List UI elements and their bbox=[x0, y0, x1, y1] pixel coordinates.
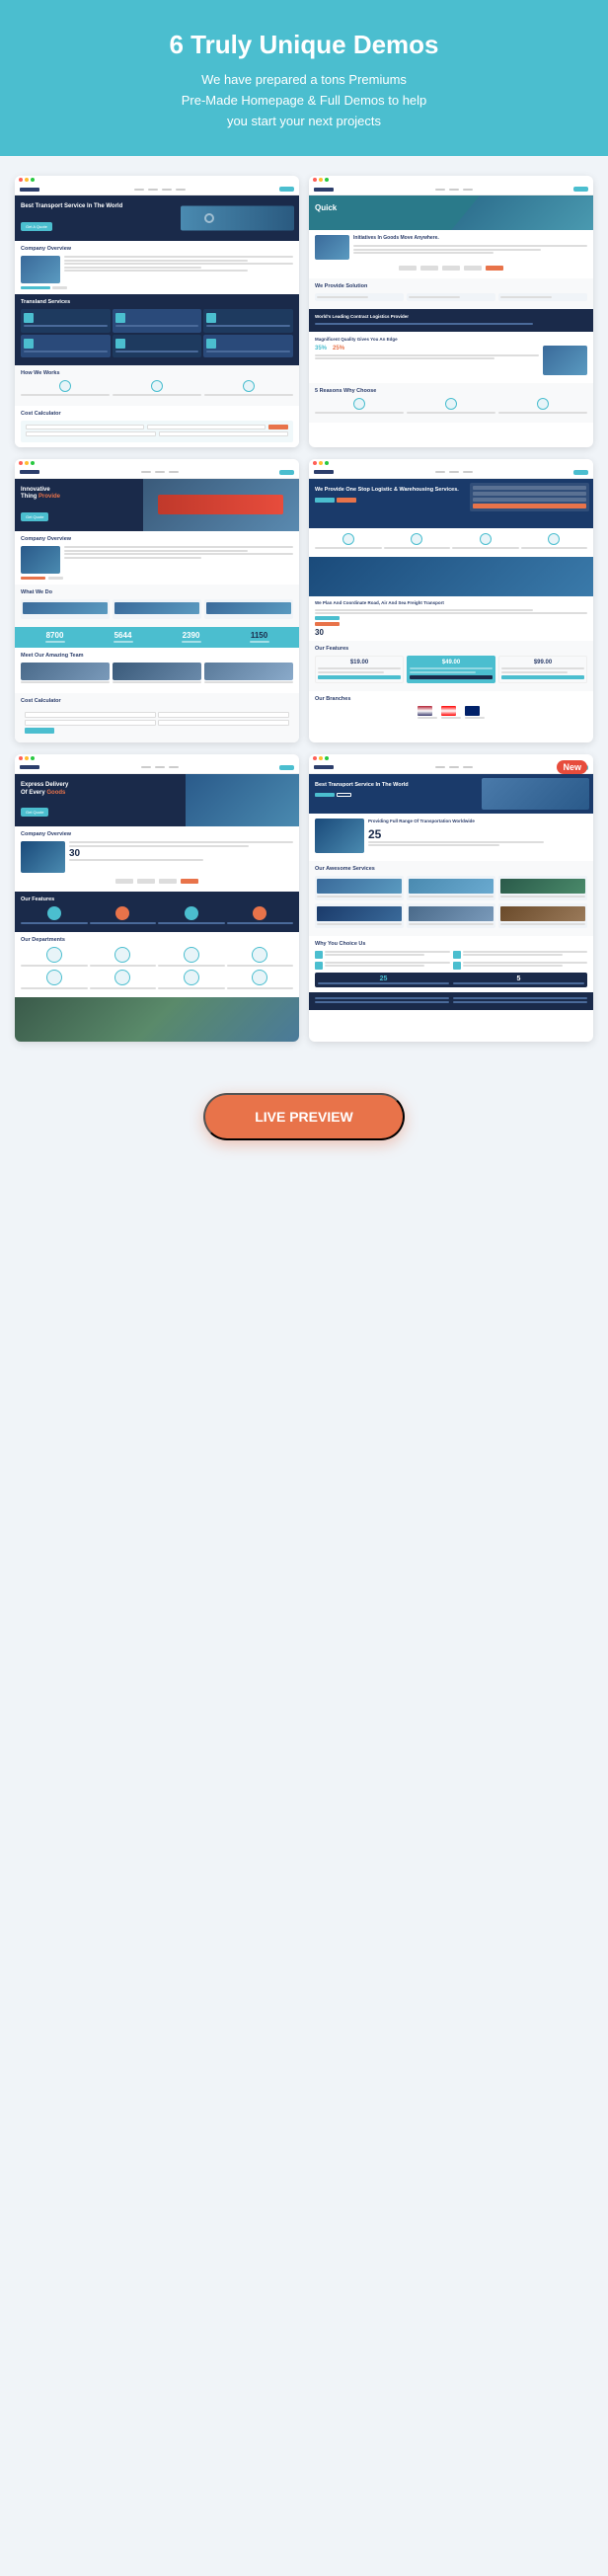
section-features-5: Our Features bbox=[15, 892, 299, 932]
section-title-sv-1: Transland Services bbox=[21, 299, 293, 305]
section-title-road-4: We Plan And Coordinate Road, Air And Sea… bbox=[315, 600, 587, 605]
section-icons-4 bbox=[309, 528, 593, 557]
section-services-1: Transland Services bbox=[15, 294, 299, 365]
live-preview-button[interactable]: LIVE PREVIEW bbox=[203, 1093, 405, 1140]
flag-gb bbox=[465, 706, 480, 716]
demo-card-1[interactable]: Best Transport Service In The World Get … bbox=[15, 176, 299, 446]
section-depts-5: Our Departments bbox=[15, 932, 299, 997]
section-why-6: Why You Choice Us bbox=[309, 936, 593, 992]
mockup-nav-bar bbox=[15, 176, 299, 184]
section-title-why-6: Why You Choice Us bbox=[315, 941, 587, 947]
hero-title-1: Best Transport Service In The World bbox=[21, 203, 185, 211]
hero-title-6: Best Transport Service In The World bbox=[315, 782, 479, 789]
dot-green bbox=[31, 178, 35, 182]
section-title-range-6: Providing Full Range Of Transportation W… bbox=[368, 819, 587, 823]
nav-links-1 bbox=[134, 189, 186, 191]
section-title-calc-1: Cost Calculator bbox=[21, 411, 293, 417]
dot-yellow bbox=[25, 178, 29, 182]
section-ship-4: We Plan And Coordinate Road, Air And Sea… bbox=[309, 557, 593, 642]
dot-red bbox=[19, 178, 23, 182]
mockup-nav-2 bbox=[309, 184, 593, 195]
section-title-reasons-2: 5 Reasons Why Choose bbox=[315, 388, 587, 394]
nav-5 bbox=[15, 762, 299, 774]
hero-5: Express DeliveryOf Every Goods Get Quote bbox=[15, 774, 299, 827]
logo-1 bbox=[20, 188, 39, 192]
hero-cta-1: Get A Quote bbox=[21, 222, 52, 231]
hero-1: Best Transport Service In The World Get … bbox=[15, 195, 299, 241]
section-calc-3: Cost Calculator bbox=[15, 693, 299, 742]
section-reasons-2: 5 Reasons Why Choose bbox=[309, 383, 593, 424]
live-preview-section: LIVE PREVIEW bbox=[0, 1073, 608, 1160]
hero-4: We Provide One Stop Logistic & Warehousi… bbox=[309, 479, 593, 528]
port-image-5 bbox=[15, 997, 299, 1042]
section-title-co-5: Company Overview bbox=[21, 831, 293, 837]
flag-us bbox=[418, 706, 432, 716]
demo-card-2[interactable]: Quick Initiatives In Goods Move Anywhere… bbox=[309, 176, 593, 446]
section-services-6: Our Awesome Services bbox=[309, 861, 593, 936]
demo-card-6[interactable]: Best Transport Service In The World Prov… bbox=[309, 754, 593, 1043]
section-howworks-1: How We Works bbox=[15, 365, 299, 406]
demos-grid: Best Transport Service In The World Get … bbox=[0, 156, 608, 1073]
hero-title-4: We Provide One Stop Logistic & Warehousi… bbox=[315, 487, 465, 494]
section-branches-4: Our Branches bbox=[309, 691, 593, 727]
section-calculator-1: Cost Calculator bbox=[15, 406, 299, 447]
hero-circle-1 bbox=[204, 213, 214, 223]
section-leading-2: World's Leading Contract Logistics Provi… bbox=[309, 309, 593, 332]
section-co-5: Company Overview 30 bbox=[15, 826, 299, 892]
section-title-feat-5: Our Features bbox=[21, 897, 293, 902]
hero-2: Quick bbox=[309, 195, 593, 230]
section-title-qual-2: Magnificent Quality Gives You An Edge bbox=[315, 337, 587, 342]
price-3: $99.00 bbox=[501, 660, 584, 665]
demo-row-2: InnovativeThing Provide Get Quote Compan… bbox=[15, 459, 593, 742]
section-title-co-3: Company Overview bbox=[21, 536, 293, 542]
section-range-6: Providing Full Range Of Transportation W… bbox=[309, 814, 593, 861]
section-title-branch-4: Our Branches bbox=[315, 696, 587, 702]
section-stats-3: 8700 5644 2390 1150 bbox=[15, 627, 299, 648]
flag-ca bbox=[441, 706, 456, 716]
section-quality-2: Magnificent Quality Gives You An Edge 35… bbox=[309, 332, 593, 383]
hero-3: InnovativeThing Provide Get Quote bbox=[15, 479, 299, 532]
section-title-co-1: Company Overview bbox=[21, 246, 293, 252]
section-port-5 bbox=[15, 997, 299, 1042]
section-title-init-2: Initiatives In Goods Move Anywhere. bbox=[353, 235, 587, 241]
footer-6 bbox=[309, 992, 593, 1010]
price-1: $19.00 bbox=[318, 660, 401, 665]
section-title-calc-3: Cost Calculator bbox=[21, 698, 293, 704]
section-company-overview-1: Company Overview bbox=[15, 241, 299, 294]
section-title-hw-1: How We Works bbox=[21, 370, 293, 376]
section-title-feat-4: Our Features bbox=[315, 646, 587, 652]
hero-6: Best Transport Service In The World bbox=[309, 774, 593, 814]
section-pricing-4: Our Features $19.00 $49.00 bbox=[309, 641, 593, 691]
demo2-label: Quick bbox=[315, 203, 479, 213]
price-2: $49.00 bbox=[410, 660, 493, 665]
demo-row-3: Express DeliveryOf Every Goods Get Quote… bbox=[15, 754, 593, 1043]
section-title-depts-5: Our Departments bbox=[21, 937, 293, 943]
section-co-3: Company Overview bbox=[15, 531, 299, 585]
page-header: 6 Truly Unique Demos We have prepared a … bbox=[0, 0, 608, 156]
page-title: 6 Truly Unique Demos bbox=[20, 30, 588, 60]
section-team-3: Meet Our Amazing Team bbox=[15, 648, 299, 693]
section-title-team-3: Meet Our Amazing Team bbox=[21, 653, 293, 659]
mockup-nav-1 bbox=[15, 184, 299, 195]
section-title-sol-2: We Provide Solution bbox=[315, 283, 587, 289]
demo-row-1: Best Transport Service In The World Get … bbox=[15, 176, 593, 446]
section-solution-2: We Provide Solution bbox=[309, 278, 593, 309]
demo-card-4[interactable]: We Provide One Stop Logistic & Warehousi… bbox=[309, 459, 593, 742]
section-title-services-6: Our Awesome Services bbox=[315, 866, 587, 872]
mockup-nav-bar-2 bbox=[309, 176, 593, 184]
section-whatwedo-3: What We Do bbox=[15, 585, 299, 627]
demo-card-5[interactable]: Express DeliveryOf Every Goods Get Quote… bbox=[15, 754, 299, 1043]
hero-title-5: Express DeliveryOf Every Goods bbox=[21, 782, 185, 798]
demo-card-3[interactable]: InnovativeThing Provide Get Quote Compan… bbox=[15, 459, 299, 742]
hero-truck-img bbox=[181, 206, 294, 231]
section-title-lead-2: World's Leading Contract Logistics Provi… bbox=[315, 314, 587, 319]
section-initiatives-2: Initiatives In Goods Move Anywhere. bbox=[309, 230, 593, 278]
section-title-wwd-3: What We Do bbox=[21, 589, 293, 595]
page-subtitle: We have prepared a tons PremiumsPre-Made… bbox=[20, 70, 588, 131]
nav-6 bbox=[309, 762, 593, 774]
